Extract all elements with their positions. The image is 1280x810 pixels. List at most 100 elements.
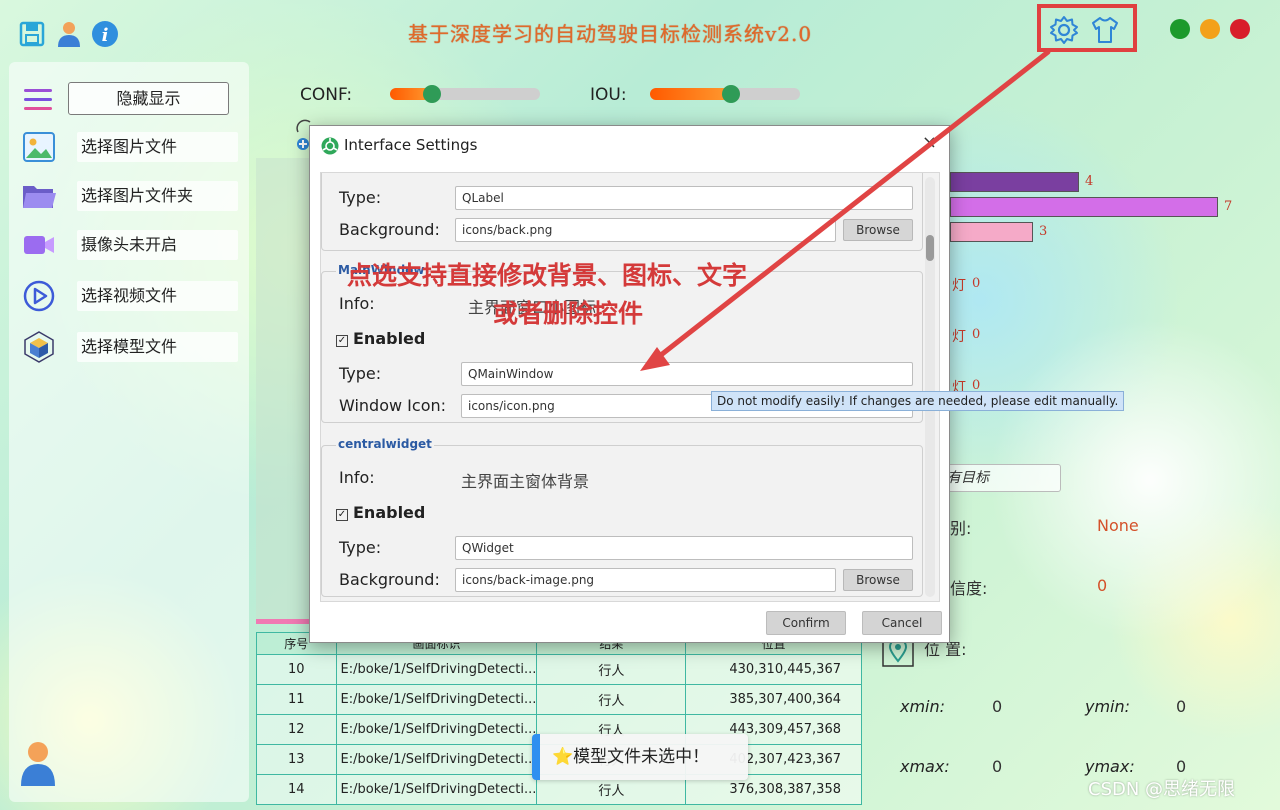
sidebar-item-label: 选择图片文件 — [77, 132, 238, 162]
info-label: Info: — [339, 294, 375, 313]
sidebar-item-select-folder[interactable]: 选择图片文件夹 — [19, 176, 239, 216]
annotation-text-line2: 或者删除控件 — [493, 299, 644, 328]
menu-icon[interactable] — [22, 86, 54, 114]
info-icon[interactable]: i — [91, 20, 119, 48]
xmax-value: 0 — [992, 757, 1003, 776]
confirm-button[interactable]: Confirm — [766, 611, 846, 635]
cell-result: 行人 — [536, 684, 687, 715]
target-select[interactable]: 有目标 — [940, 464, 1061, 492]
annotation-text-line1: 点选支持直接修改背景、图标、文字 — [347, 261, 748, 290]
browse-button[interactable]: Browse — [843, 569, 913, 591]
dialog-close-icon[interactable]: × — [922, 132, 937, 153]
sidebar: 隐藏显示 选择图片文件 选择图片文件夹 摄像头未开启 选择视频文件 选择模型文件 — [9, 62, 249, 802]
toggle-display-button[interactable]: 隐藏显示 — [68, 82, 229, 115]
group-title: centralwidget — [336, 437, 434, 451]
cell-path: E:/boke/1/SelfDrivingDetecti... — [335, 684, 538, 715]
sidebar-item-camera[interactable]: 摄像头未开启 — [19, 225, 239, 265]
table-row[interactable]: 10 E:/boke/1/SelfDrivingDetecti... 行人 43… — [256, 654, 862, 685]
cell-id: 12 — [256, 714, 337, 745]
sidebar-item-select-image[interactable]: 选择图片文件 — [19, 127, 239, 167]
star-icon: ⭐ — [552, 747, 574, 767]
enabled-checkbox[interactable]: ✓ Enabled — [336, 503, 425, 522]
user-icon[interactable] — [55, 20, 83, 48]
stat-bar-value-2: 7 — [1224, 199, 1233, 214]
type-label: Type: — [339, 538, 382, 557]
ymin-value: 0 — [1176, 697, 1187, 716]
app-logo-icon — [321, 137, 339, 155]
xmin-label: xmin: — [900, 697, 946, 716]
table-row[interactable]: 11 E:/boke/1/SelfDrivingDetecti... 行人 38… — [256, 684, 862, 715]
cell-id: 14 — [256, 774, 337, 805]
toast-text: 模型文件未选中！ — [573, 747, 710, 767]
info-value: 主界面主窗体背景 — [461, 472, 590, 491]
type-input[interactable]: QWidget — [455, 536, 913, 560]
stat-light-label-1: 灯 — [952, 278, 966, 294]
cell-result: 行人 — [536, 654, 687, 685]
cell-position: 430,310,445,367 — [685, 654, 862, 685]
stat-light-label-2: 灯 — [952, 329, 966, 345]
conf-label: CONF: — [300, 85, 353, 105]
cell-id: 13 — [256, 744, 337, 775]
settings-group-label: Type: QLabel Background: icons/back.png … — [321, 173, 923, 251]
vertical-scrollbar[interactable] — [925, 177, 935, 597]
stat-bar-3 — [950, 222, 1033, 242]
ymax-value: 0 — [1176, 757, 1187, 776]
stat-bar-value-3: 3 — [1039, 224, 1048, 239]
background-input[interactable]: icons/back-image.png — [455, 568, 836, 592]
type-label: Type: — [339, 188, 382, 207]
cancel-button[interactable]: Cancel — [862, 611, 942, 635]
checkbox-checked-icon[interactable]: ✓ — [336, 509, 348, 521]
cell-path: E:/boke/1/SelfDrivingDetecti... — [335, 744, 538, 775]
stat-light-value-2: 0 — [972, 327, 981, 342]
sidebar-item-select-model[interactable]: 选择模型文件 — [19, 327, 239, 367]
folder-icon — [23, 186, 56, 208]
background-input[interactable]: icons/back.png — [455, 218, 836, 242]
minimize-dot[interactable] — [1170, 19, 1190, 39]
camera-icon — [24, 236, 54, 254]
stat-light-value-1: 0 — [972, 276, 981, 291]
browse-button[interactable]: Browse — [843, 219, 913, 241]
settings-icon[interactable] — [1049, 15, 1079, 45]
save-icon[interactable] — [18, 20, 46, 48]
toast-notification: ⭐模型文件未选中！ — [532, 734, 748, 780]
sidebar-item-label: 选择视频文件 — [77, 281, 238, 311]
type-input[interactable]: QMainWindow — [461, 362, 913, 386]
sidebar-item-label: 摄像头未开启 — [77, 230, 238, 260]
sidebar-item-label: 选择图片文件夹 — [77, 181, 238, 211]
background-label: Background: — [339, 220, 440, 239]
sidebar-item-label: 选择模型文件 — [77, 332, 238, 362]
sidebar-item-select-video[interactable]: 选择视频文件 — [19, 276, 239, 316]
type-input[interactable]: QLabel — [455, 186, 913, 210]
conf-slider-thumb[interactable] — [423, 85, 441, 103]
image-icon — [23, 132, 55, 162]
conf-slider[interactable] — [390, 88, 540, 100]
cell-path: E:/boke/1/SelfDrivingDetecti... — [335, 714, 538, 745]
confidence-label: 信度: — [950, 579, 988, 598]
confidence-value: 0 — [1097, 576, 1108, 595]
user-avatar-icon[interactable] — [19, 740, 57, 788]
enabled-checkbox[interactable]: ✓ Enabled — [336, 329, 425, 348]
stat-bar-value-1: 4 — [1085, 174, 1094, 189]
cell-path: E:/boke/1/SelfDrivingDetecti... — [335, 774, 538, 805]
close-dot[interactable] — [1230, 19, 1250, 39]
cell-path: E:/boke/1/SelfDrivingDetecti... — [335, 654, 538, 685]
enabled-label: Enabled — [353, 503, 426, 522]
stat-bar-2 — [950, 197, 1218, 217]
info-label: Info: — [339, 468, 375, 487]
iou-slider-thumb[interactable] — [722, 85, 740, 103]
checkbox-checked-icon[interactable]: ✓ — [336, 335, 348, 347]
stat-bar-1 — [950, 172, 1079, 192]
window-icon-tooltip: Do not modify easily! If changes are nee… — [711, 391, 1125, 411]
model-cube-icon — [24, 331, 54, 363]
maximize-dot[interactable] — [1200, 19, 1220, 39]
play-icon — [23, 280, 55, 312]
class-label: 别: — [950, 519, 972, 538]
settings-group-centralwidget: centralwidget Info: 主界面主窗体背景 ✓ Enabled Ty… — [321, 437, 923, 597]
shirt-icon[interactable] — [1090, 15, 1120, 45]
interface-settings-dialog: Interface Settings × Type: QLabel Backgr… — [309, 125, 950, 643]
scrollbar-thumb[interactable] — [926, 235, 934, 261]
settings-scroll-area[interactable]: Type: QLabel Background: icons/back.png … — [320, 172, 940, 602]
cell-position: 385,307,400,364 — [685, 684, 862, 715]
cell-id: 10 — [256, 654, 337, 685]
window-icon-label: Window Icon: — [339, 396, 447, 415]
